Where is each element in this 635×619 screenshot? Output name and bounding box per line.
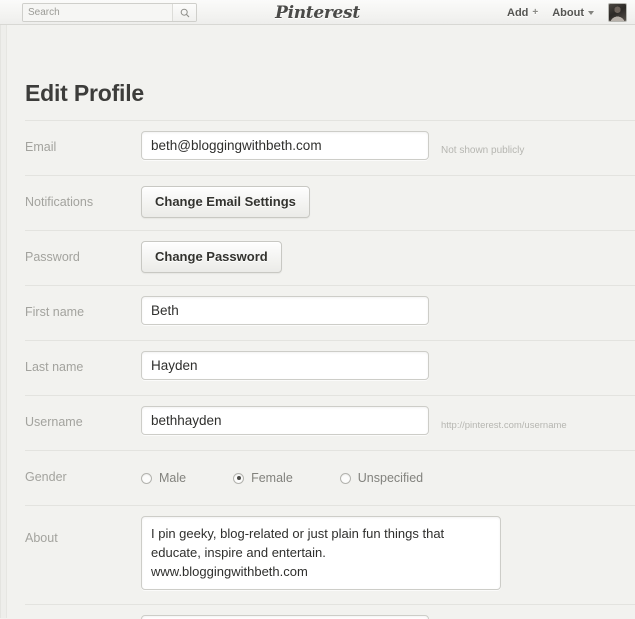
edit-profile-form: Email Not shown publicly Notifications C… [1, 120, 635, 619]
radio-icon [339, 472, 351, 484]
search-box[interactable] [22, 3, 197, 22]
page-title: Edit Profile [25, 80, 145, 106]
label-password: Password [25, 250, 80, 264]
form-row-password: Password Change Password [25, 230, 635, 285]
form-row-gender: Gender Male Female Unspecified [25, 450, 635, 505]
radio-option-female[interactable]: Female [233, 471, 293, 485]
top-navigation-bar: Pinterest Add + About [0, 0, 635, 25]
label-last-name: Last name [25, 360, 84, 374]
brand-text: Pinterest [275, 2, 360, 23]
radio-icon [233, 472, 245, 484]
username-input[interactable] [141, 406, 429, 435]
form-row-username: Username http://pinterest.com/username [25, 395, 635, 450]
username-hint: http://pinterest.com/username [441, 420, 567, 431]
form-row-notifications: Notifications Change Email Settings [25, 175, 635, 230]
radio-icon [141, 472, 152, 484]
nav-add-label: Add [507, 6, 529, 19]
label-email: Email [25, 140, 57, 154]
label-location: Location [25, 605, 141, 619]
label-notifications: Notifications [25, 195, 94, 209]
form-row-about: About [25, 505, 635, 604]
search-icon [180, 8, 190, 18]
last-name-input[interactable] [141, 351, 429, 380]
header-nav-right: Add + About [507, 0, 627, 25]
nav-about-label: About [552, 6, 584, 19]
header-inner: Pinterest Add + About [0, 0, 635, 25]
change-email-settings-button[interactable]: Change Email Settings [141, 186, 310, 218]
radio-label-unspecified: Unspecified [357, 471, 424, 485]
radio-label-male: Male [159, 471, 187, 485]
change-password-button[interactable]: Change Password [141, 241, 282, 273]
form-row-location: Location e.g. Palo Alto, CA [25, 604, 635, 619]
avatar[interactable] [608, 3, 627, 22]
location-input[interactable] [141, 615, 429, 619]
email-hint: Not shown publicly [441, 145, 525, 156]
label-first-name: First name [25, 305, 85, 319]
about-textarea[interactable] [141, 516, 501, 590]
radio-label-female: Female [251, 471, 293, 485]
plus-icon: + [532, 7, 539, 18]
email-input[interactable] [141, 131, 429, 160]
form-row-email: Email Not shown publicly [25, 120, 635, 175]
label-gender: Gender [25, 470, 67, 484]
gender-radio-group: Male Female Unspecified [141, 458, 423, 485]
search-input[interactable] [23, 4, 172, 21]
radio-option-unspecified[interactable]: Unspecified [339, 471, 424, 485]
form-row-last-name: Last name [25, 340, 635, 395]
label-username: Username [25, 415, 83, 429]
chevron-down-icon [588, 10, 594, 15]
radio-option-male[interactable]: Male [141, 471, 186, 485]
first-name-input[interactable] [141, 296, 429, 325]
nav-add-menu[interactable]: Add + [507, 7, 538, 19]
page-body: Edit Profile Email Not shown publicly No… [0, 25, 635, 619]
location-hint: e.g. Palo Alto, CA [441, 615, 519, 619]
nav-about-menu[interactable]: About [552, 7, 594, 19]
search-button[interactable] [172, 4, 196, 21]
label-about: About [25, 531, 58, 545]
form-row-first-name: First name [25, 285, 635, 340]
